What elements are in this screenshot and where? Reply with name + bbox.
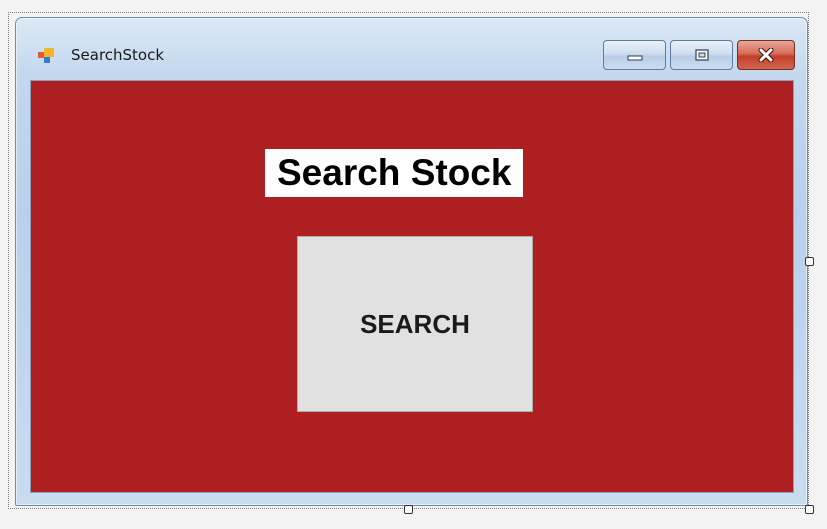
- form-window: SearchStock Search Stock SEARCH: [15, 17, 808, 506]
- form-client-area: Search Stock SEARCH: [30, 80, 794, 493]
- app-icon: [38, 48, 54, 63]
- maximize-button[interactable]: [670, 40, 733, 70]
- title-bar[interactable]: SearchStock: [16, 18, 807, 78]
- close-button[interactable]: [737, 40, 795, 70]
- designer-surface: SearchStock Search Stock SEARCH: [0, 0, 827, 529]
- window-title: SearchStock: [71, 46, 165, 64]
- caption-buttons: [603, 40, 795, 70]
- search-button[interactable]: SEARCH: [297, 236, 533, 412]
- resize-handle-right[interactable]: [805, 257, 814, 266]
- resize-handle-bottom-right[interactable]: [805, 505, 814, 514]
- minimize-icon: [627, 55, 642, 61]
- maximize-icon: [694, 49, 709, 61]
- minimize-button[interactable]: [603, 40, 666, 70]
- close-icon: [758, 48, 774, 62]
- resize-handle-bottom[interactable]: [404, 505, 413, 514]
- page-title: Search Stock: [265, 149, 524, 197]
